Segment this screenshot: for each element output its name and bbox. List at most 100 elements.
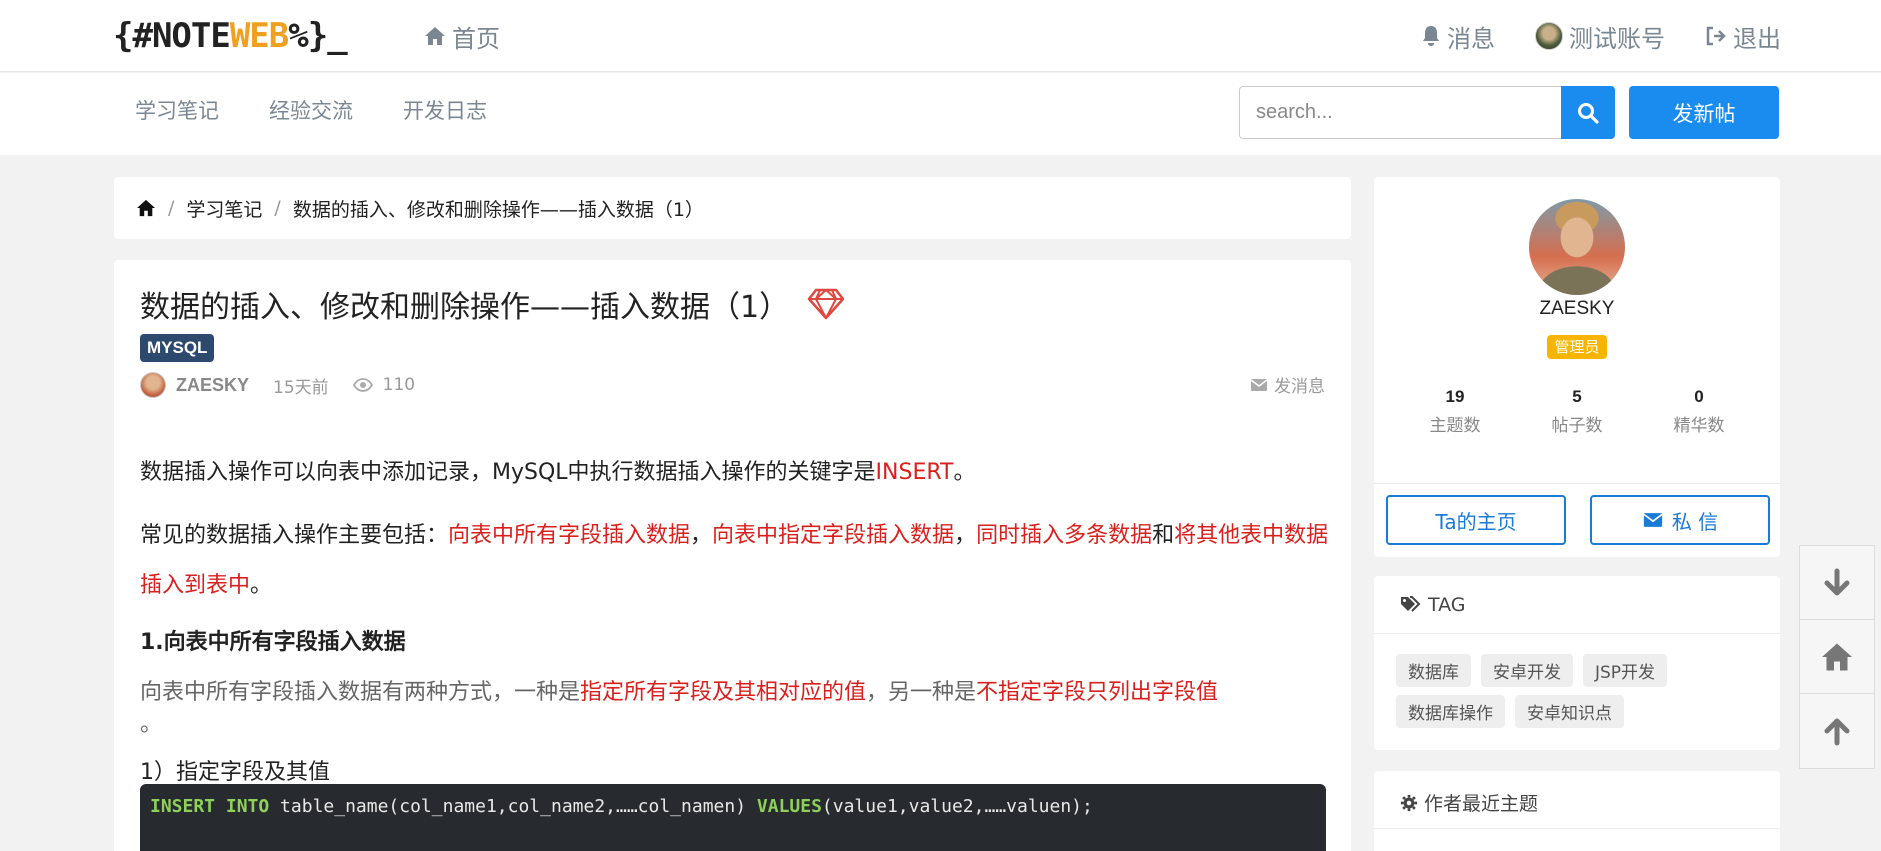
paragraph-types: 常见的数据插入操作主要包括：向表中所有字段插入数据，向表中指定字段插入数据，同时… <box>140 511 1330 611</box>
private-message-button[interactable]: 私 信 <box>1590 495 1770 545</box>
text-segment: 向表中所有字段插入数据有两种方式，一种是 <box>140 680 581 705</box>
stat-label: 主题数 <box>1429 416 1481 436</box>
code-keyword: INSERT INTO <box>150 796 270 817</box>
gear-icon <box>1400 794 1418 811</box>
text-segment: ， <box>690 523 713 548</box>
tag-card-header: TAG <box>1400 594 1466 616</box>
section-heading: 1.向表中所有字段插入数据 <box>140 630 406 655</box>
divider <box>1374 828 1780 829</box>
stat-label: 帖子数 <box>1551 416 1603 436</box>
user-homepage-button[interactable]: Ta的主页 <box>1386 495 1566 545</box>
private-message-label: 私 信 <box>1671 509 1719 534</box>
scroll-down-button[interactable] <box>1800 546 1874 620</box>
paragraph-intro: 数据插入操作可以向表中添加记录，MySQL中执行数据插入操作的关键字是INSER… <box>140 454 976 486</box>
account-label: 测试账号 <box>1569 24 1665 53</box>
scroll-top-button[interactable] <box>1800 694 1874 768</box>
stat-label: 精华数 <box>1673 416 1725 436</box>
stat-posts: 5 帖子数 <box>1527 387 1627 436</box>
tag-card: TAG 数据库 安卓开发 JSP开发 数据库操作 安卓知识点 <box>1374 576 1780 750</box>
text-segment: 。 <box>953 460 976 485</box>
text-segment: 和 <box>1152 523 1175 548</box>
search-button[interactable] <box>1561 86 1615 139</box>
new-post-button[interactable]: 发新帖 <box>1629 86 1779 139</box>
text-segment: 常见的数据插入操作主要包括： <box>140 523 449 548</box>
logout-link[interactable]: 退出 <box>1705 18 1781 54</box>
profile-stats: 19 主题数 5 帖子数 0 精华数 <box>1374 387 1780 436</box>
search-form <box>1239 86 1615 139</box>
home-icon <box>1822 643 1852 670</box>
messages-link[interactable]: 消息 <box>1421 18 1495 54</box>
category-link-experience[interactable]: 经验交流 <box>269 95 353 125</box>
author-name[interactable]: ZAESKY <box>176 375 249 396</box>
arrow-down-icon <box>1824 568 1850 595</box>
tag-item[interactable]: JSP开发 <box>1583 654 1668 687</box>
breadcrumb: / 学习笔记 / 数据的插入、修改和删除操作——插入数据（1） <box>114 177 1351 239</box>
account-link[interactable]: 测试账号 <box>1535 18 1665 54</box>
send-message-label: 发消息 <box>1274 377 1325 397</box>
stat-value: 0 <box>1694 387 1704 406</box>
divider <box>1374 483 1780 484</box>
tag-item[interactable]: 安卓开发 <box>1481 654 1573 687</box>
breadcrumb-card: / 学习笔记 / 数据的插入、修改和删除操作——插入数据（1） <box>114 177 1351 239</box>
logo-text-end: %}_ <box>288 16 347 56</box>
text-segment: ， <box>954 523 977 548</box>
highlight-text: 向表中所有字段插入数据 <box>448 523 691 548</box>
category-bar: 学习笔记 经验交流 开发日志 发新帖 <box>0 73 1881 155</box>
tag-item[interactable]: 数据库 <box>1396 654 1471 687</box>
stat-featured: 0 精华数 <box>1649 387 1749 436</box>
author-avatar[interactable] <box>140 372 166 398</box>
divider <box>1374 633 1780 634</box>
role-badge: 管理员 <box>1547 335 1607 359</box>
highlight-text: 不指定字段只列出字段值 <box>976 680 1219 705</box>
code-block: INSERT INTO table_name(col_name1,col_nam… <box>140 784 1326 851</box>
tag-item[interactable]: 数据库操作 <box>1396 695 1505 728</box>
sign-out-icon <box>1706 26 1726 46</box>
back-home-button[interactable] <box>1800 620 1874 694</box>
code-keyword: VALUES <box>756 796 822 817</box>
article-title: 数据的插入、修改和删除操作——插入数据（1） <box>140 282 845 326</box>
breadcrumb-separator: / <box>274 197 281 219</box>
tag-card-title: TAG <box>1428 594 1466 616</box>
paragraph-methods: 向表中所有字段插入数据有两种方式，一种是指定所有字段及其相对应的值，另一种是不指… <box>140 674 1330 706</box>
code-text: table_name(col_name1,col_name2,……col_nam… <box>269 796 757 817</box>
text-segment: ，另一种是 <box>866 680 977 705</box>
highlight-text: 同时插入多条数据 <box>976 523 1153 548</box>
home-icon <box>425 27 445 45</box>
tag-item[interactable]: 安卓知识点 <box>1515 695 1624 728</box>
article-tag-badge[interactable]: MYSQL <box>140 334 215 362</box>
user-menu: 消息 测试账号 退出 <box>1421 18 1781 54</box>
envelope-icon <box>1250 378 1268 391</box>
logo-text-note: {#NOTE <box>113 16 231 56</box>
diamond-icon <box>807 288 845 320</box>
home-icon[interactable] <box>136 199 156 217</box>
nav-home-link[interactable]: 首页 <box>424 18 500 54</box>
floating-toolbar <box>1799 545 1875 769</box>
envelope-icon <box>1643 513 1663 527</box>
send-message-link[interactable]: 发消息 <box>1250 372 1325 397</box>
breadcrumb-category[interactable]: 学习笔记 <box>186 195 262 222</box>
messages-label: 消息 <box>1447 24 1495 53</box>
logout-label: 退出 <box>1733 24 1781 53</box>
tag-list: 数据库 安卓开发 JSP开发 数据库操作 安卓知识点 <box>1396 654 1766 728</box>
category-link-dev-log[interactable]: 开发日志 <box>403 95 487 125</box>
category-link-study-notes[interactable]: 学习笔记 <box>135 95 219 125</box>
search-icon <box>1578 102 1599 124</box>
search-input[interactable] <box>1239 86 1561 139</box>
paragraph-end-dot: 。 <box>140 712 163 737</box>
recent-topics-card: 作者最近主题 <box>1374 771 1780 851</box>
stat-topics: 19 主题数 <box>1405 387 1505 436</box>
view-count: 110 <box>382 375 416 395</box>
subsection-heading: 1）指定字段及其值 <box>140 760 330 785</box>
post-time: 15天前 <box>273 377 329 398</box>
arrow-up-icon <box>1824 718 1850 746</box>
site-logo[interactable]: {#NOTEWEB%}_ <box>113 12 348 60</box>
highlight-text: 向表中指定字段插入数据 <box>712 523 955 548</box>
profile-username: ZAESKY <box>1539 298 1615 319</box>
top-navbar: {#NOTEWEB%}_ 首页 消息 测试账号 退出 <box>0 0 1881 72</box>
author-avatar-large[interactable] <box>1529 199 1625 295</box>
breadcrumb-current: 数据的插入、修改和删除操作——插入数据（1） <box>292 198 704 221</box>
category-nav: 学习笔记 经验交流 开发日志 <box>135 95 487 125</box>
breadcrumb-separator: / <box>168 197 175 219</box>
logo-text-web: WEB <box>229 16 289 56</box>
article-title-text: 数据的插入、修改和删除操作——插入数据（1） <box>140 290 790 325</box>
